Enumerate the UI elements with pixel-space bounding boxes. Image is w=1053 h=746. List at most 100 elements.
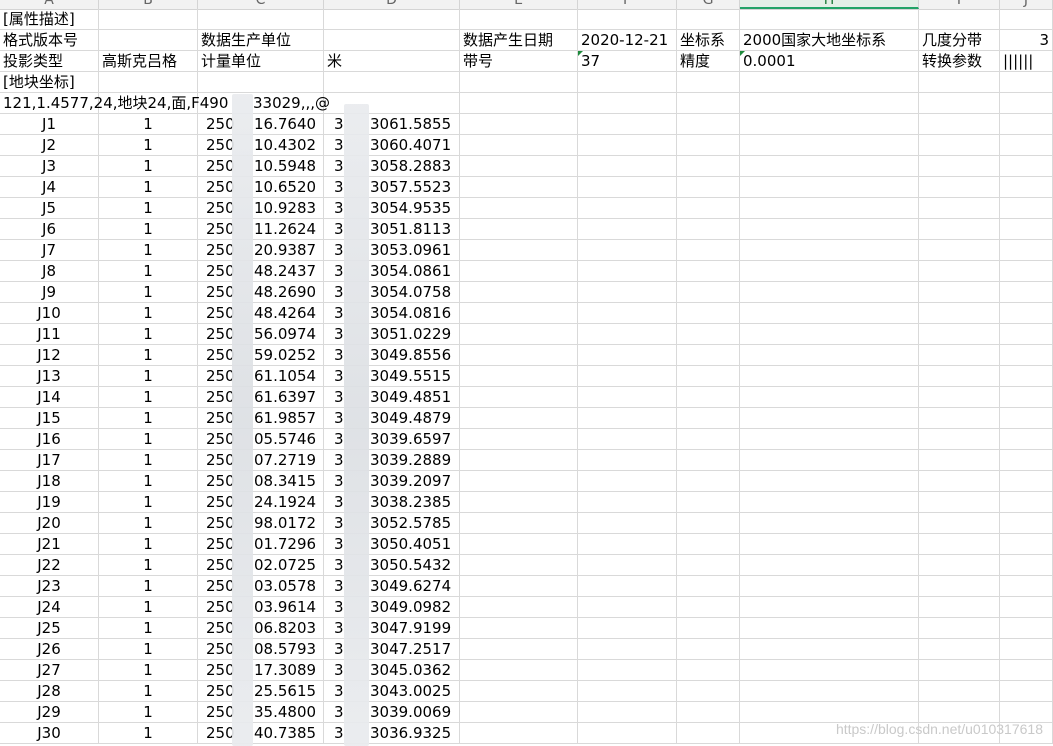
x-coordinate-cell[interactable]: 250 10.9283 — [198, 198, 324, 219]
x-coordinate-cell[interactable]: 250 17.3089 — [198, 660, 324, 681]
cell-f27[interactable] — [578, 555, 677, 576]
ring-number-cell[interactable]: 1 — [99, 282, 198, 303]
cell-h24[interactable] — [740, 492, 919, 513]
point-id-cell[interactable]: J29 — [0, 702, 99, 723]
cell-f32[interactable] — [578, 660, 677, 681]
cell-a4[interactable]: [地块坐标] — [0, 72, 99, 93]
point-id-cell[interactable]: J19 — [0, 492, 99, 513]
cell-j28[interactable] — [1000, 576, 1053, 597]
cell-j10[interactable] — [1000, 198, 1053, 219]
point-id-cell[interactable]: J15 — [0, 408, 99, 429]
cell-g9[interactable] — [677, 177, 740, 198]
cell-i3[interactable]: 转换参数 — [919, 51, 1000, 72]
cell-e25[interactable] — [460, 513, 578, 534]
cell-g7[interactable] — [677, 135, 740, 156]
cell-j33[interactable] — [1000, 681, 1053, 702]
x-coordinate-cell[interactable]: 250 40.7385 — [198, 723, 324, 744]
cell-f24[interactable] — [578, 492, 677, 513]
cell-h23[interactable] — [740, 471, 919, 492]
ring-number-cell[interactable]: 1 — [99, 471, 198, 492]
cell-i18[interactable] — [919, 366, 1000, 387]
cell-b3[interactable]: 高斯克吕格 — [99, 51, 198, 72]
cell-f16[interactable] — [578, 324, 677, 345]
point-id-cell[interactable]: J11 — [0, 324, 99, 345]
cell-h18[interactable] — [740, 366, 919, 387]
cell-f33[interactable] — [578, 681, 677, 702]
cell-e7[interactable] — [460, 135, 578, 156]
cell-j25[interactable] — [1000, 513, 1053, 534]
cell-f26[interactable] — [578, 534, 677, 555]
x-coordinate-cell[interactable]: 250 56.0974 — [198, 324, 324, 345]
cell-f21[interactable] — [578, 429, 677, 450]
cell-g20[interactable] — [677, 408, 740, 429]
cell-h7[interactable] — [740, 135, 919, 156]
cell-d3[interactable]: 米 — [324, 51, 460, 72]
cell-i21[interactable] — [919, 429, 1000, 450]
ring-number-cell[interactable]: 1 — [99, 177, 198, 198]
cell-j8[interactable] — [1000, 156, 1053, 177]
cell-e4[interactable] — [460, 72, 578, 93]
point-id-cell[interactable]: J20 — [0, 513, 99, 534]
cell-e5[interactable] — [460, 93, 578, 114]
column-header-j[interactable]: J — [1000, 0, 1053, 9]
x-coordinate-cell[interactable]: 250 24.1924 — [198, 492, 324, 513]
cell-g33[interactable] — [677, 681, 740, 702]
cell-j15[interactable] — [1000, 303, 1053, 324]
cell-f1[interactable] — [578, 9, 677, 30]
cell-g15[interactable] — [677, 303, 740, 324]
cell-g28[interactable] — [677, 576, 740, 597]
cell-i17[interactable] — [919, 345, 1000, 366]
point-id-cell[interactable]: J1 — [0, 114, 99, 135]
cell-i16[interactable] — [919, 324, 1000, 345]
x-coordinate-cell[interactable]: 250 10.5948 — [198, 156, 324, 177]
cell-i30[interactable] — [919, 618, 1000, 639]
cell-h2[interactable]: 2000国家大地坐标系 — [740, 30, 919, 51]
cell-e9[interactable] — [460, 177, 578, 198]
point-id-cell[interactable]: J26 — [0, 639, 99, 660]
cell-i2[interactable]: 几度分带 — [919, 30, 1000, 51]
cell-f20[interactable] — [578, 408, 677, 429]
point-id-cell[interactable]: J27 — [0, 660, 99, 681]
cell-b4[interactable] — [99, 72, 198, 93]
cell-h1[interactable] — [740, 9, 919, 30]
cell-e21[interactable] — [460, 429, 578, 450]
cell-e27[interactable] — [460, 555, 578, 576]
cell-j34[interactable] — [1000, 702, 1053, 723]
cell-h10[interactable] — [740, 198, 919, 219]
cell-f15[interactable] — [578, 303, 677, 324]
column-header-i[interactable]: I — [919, 0, 1000, 9]
point-id-cell[interactable]: J2 — [0, 135, 99, 156]
cell-j14[interactable] — [1000, 282, 1053, 303]
cell-h6[interactable] — [740, 114, 919, 135]
x-coordinate-cell[interactable]: 250 61.9857 — [198, 408, 324, 429]
cell-e8[interactable] — [460, 156, 578, 177]
point-id-cell[interactable]: J30 — [0, 723, 99, 744]
x-coordinate-cell[interactable]: 250 03.0578 — [198, 576, 324, 597]
cell-i8[interactable] — [919, 156, 1000, 177]
cell-e35[interactable] — [460, 723, 578, 744]
cell-c4[interactable] — [198, 72, 324, 93]
cell-g10[interactable] — [677, 198, 740, 219]
cell-e26[interactable] — [460, 534, 578, 555]
cell-e29[interactable] — [460, 597, 578, 618]
column-header-e[interactable]: E — [460, 0, 578, 9]
cell-f5[interactable] — [578, 93, 677, 114]
cell-i20[interactable] — [919, 408, 1000, 429]
cell-g19[interactable] — [677, 387, 740, 408]
cell-g11[interactable] — [677, 219, 740, 240]
ring-number-cell[interactable]: 1 — [99, 135, 198, 156]
column-header-g[interactable]: G — [677, 0, 740, 9]
cell-g23[interactable] — [677, 471, 740, 492]
cell-g12[interactable] — [677, 240, 740, 261]
cell-f2[interactable]: 2020-12-21 — [578, 30, 677, 51]
x-coordinate-cell[interactable]: 250 61.6397 — [198, 387, 324, 408]
point-id-cell[interactable]: J7 — [0, 240, 99, 261]
cell-b1[interactable] — [99, 9, 198, 30]
ring-number-cell[interactable]: 1 — [99, 156, 198, 177]
cell-i11[interactable] — [919, 219, 1000, 240]
point-id-cell[interactable]: J5 — [0, 198, 99, 219]
x-coordinate-cell[interactable]: 250 05.5746 — [198, 429, 324, 450]
cell-f28[interactable] — [578, 576, 677, 597]
cell-e16[interactable] — [460, 324, 578, 345]
point-id-cell[interactable]: J21 — [0, 534, 99, 555]
